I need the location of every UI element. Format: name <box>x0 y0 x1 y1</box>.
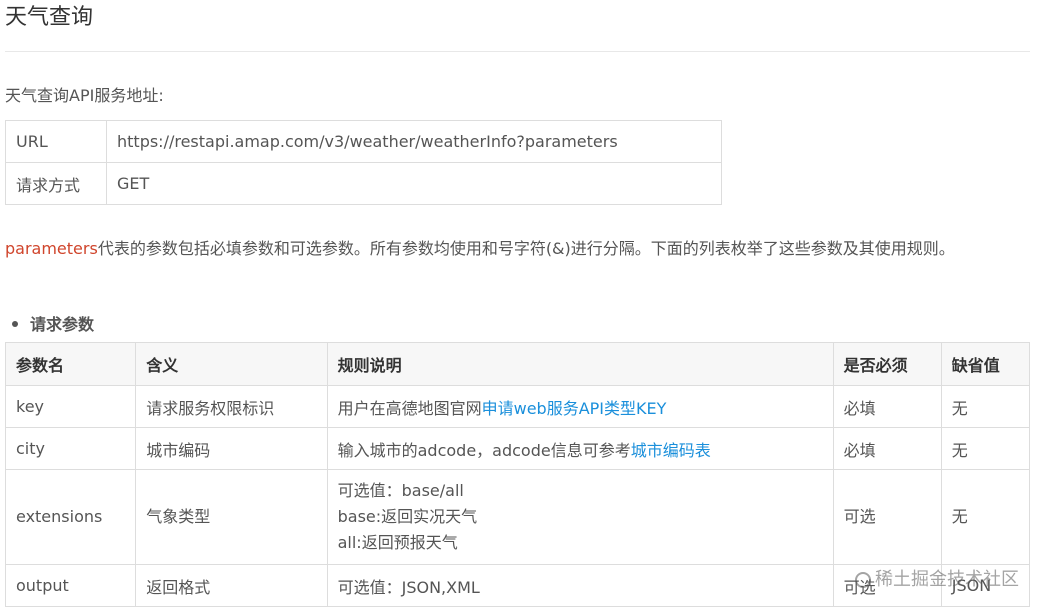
header-default: 缺省值 <box>940 342 1031 386</box>
juejin-logo-icon <box>855 572 871 588</box>
cell-rule: 输入城市的adcode，adcode信息可参考城市编码表 <box>326 427 834 470</box>
cell-meaning: 气象类型 <box>135 469 328 565</box>
cell-rule: 可选值：JSON,XML <box>326 564 834 607</box>
method-key: 请求方式 <box>5 162 107 205</box>
rule-line: all:返回预报天气 <box>337 533 458 552</box>
cell-name: extensions <box>4 469 137 565</box>
table-header-row: 参数名 含义 规则说明 是否必须 缺省值 <box>4 342 1031 386</box>
apply-key-link[interactable]: 申请web服务API类型KEY <box>482 399 667 418</box>
rule-text: 输入城市的adcode，adcode信息可参考 <box>337 440 631 460</box>
header-meaning: 含义 <box>135 342 328 386</box>
cell-name: key <box>4 385 137 428</box>
header-rule: 规则说明 <box>326 342 834 386</box>
cell-meaning: 请求服务权限标识 <box>135 385 328 428</box>
page-title: 天气查询 <box>5 5 94 30</box>
header-required: 是否必须 <box>832 342 942 386</box>
cell-required: 必填 <box>832 427 942 470</box>
cell-name: city <box>4 427 137 470</box>
rule-line: base:返回实况天气 <box>337 507 478 526</box>
cell-default: 无 <box>940 427 1031 470</box>
cell-rule: 可选值：base/all base:返回实况天气 all:返回预报天气 <box>326 469 834 565</box>
rule-text: 用户在高德地图官网 <box>337 398 482 418</box>
service-address-label: 天气查询API服务地址: <box>5 86 164 105</box>
description-text: 代表的参数包括必填参数和可选参数。所有参数均使用和号字符(&)进行分隔。下面的列… <box>97 239 955 258</box>
cell-rule: 用户在高德地图官网申请web服务API类型KEY <box>326 385 834 428</box>
title-divider <box>5 51 1030 52</box>
header-name: 参数名 <box>4 342 137 386</box>
cell-required: 必填 <box>832 385 942 428</box>
parameters-description: parameters代表的参数包括必填参数和可选参数。所有参数均使用和号字符(&… <box>5 233 1030 265</box>
table-row: extensions 气象类型 可选值：base/all base:返回实况天气… <box>4 469 1031 565</box>
cell-required: 可选 <box>832 469 942 565</box>
cell-default: 无 <box>940 469 1031 565</box>
table-row: URL https://restapi.amap.com/v3/weather/… <box>5 120 722 163</box>
method-value: GET <box>106 162 722 205</box>
url-value: https://restapi.amap.com/v3/weather/weat… <box>106 120 722 163</box>
url-key: URL <box>5 120 107 163</box>
watermark-text: 稀土掘金技术社区 <box>875 569 1019 590</box>
section-label: 请求参数 <box>30 315 95 334</box>
city-code-table-link[interactable]: 城市编码表 <box>631 441 711 460</box>
section-heading: 请求参数 <box>12 311 94 339</box>
cell-meaning: 返回格式 <box>135 564 328 607</box>
url-table: URL https://restapi.amap.com/v3/weather/… <box>5 120 722 205</box>
table-row: 请求方式 GET <box>5 162 722 205</box>
table-row: city 城市编码 输入城市的adcode，adcode信息可参考城市编码表 必… <box>4 427 1031 470</box>
cell-meaning: 城市编码 <box>135 427 328 470</box>
cell-default: 无 <box>940 385 1031 428</box>
watermark: 稀土掘金技术社区 <box>855 568 1019 592</box>
parameters-highlight: parameters <box>5 239 98 258</box>
cell-name: output <box>4 564 137 607</box>
bullet-dot-icon <box>12 321 18 327</box>
table-row: key 请求服务权限标识 用户在高德地图官网申请web服务API类型KEY 必填… <box>4 385 1031 428</box>
rule-line: 可选值：base/all <box>337 481 464 500</box>
